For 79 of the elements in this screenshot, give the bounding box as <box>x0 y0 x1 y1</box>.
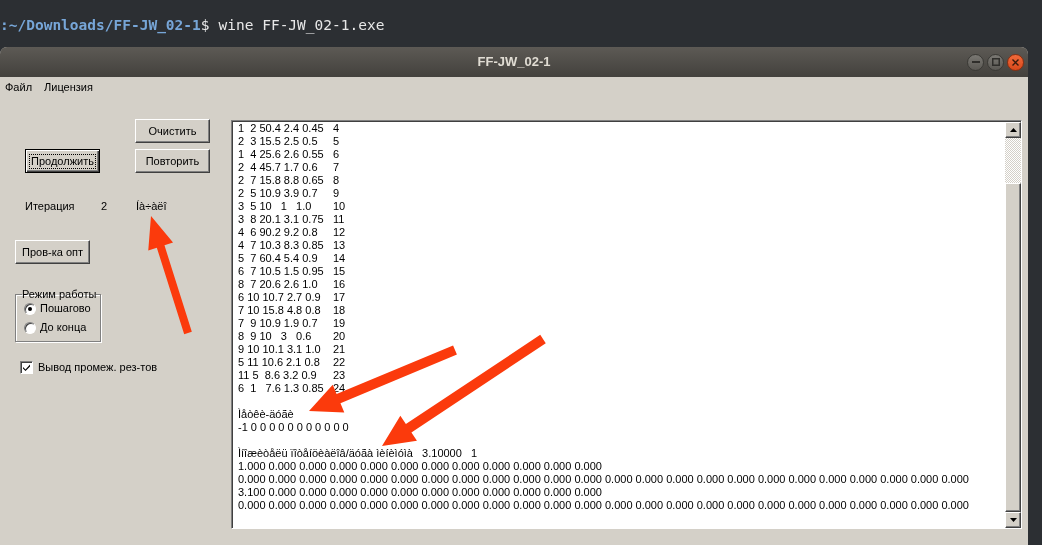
edge-index: 14 <box>333 252 346 265</box>
edge-data: 2 7 15.8 8.8 0.65 <box>238 174 325 187</box>
multiplier-line: Ìíîæèòåëü ïîòåíöèàëîâ/äóãà ìèíèìóìà 3.10000 1 <box>238 447 478 460</box>
checkbox-label: Вывод промеж. рез-тов <box>38 361 158 374</box>
edge-index: 10 <box>333 200 346 213</box>
edge-index: 15 <box>333 265 346 278</box>
section-heading: Ìåòêè-äóãè <box>238 408 294 421</box>
window-title: FF-JW_02-1 <box>477 54 551 70</box>
edge-index: 8 <box>333 174 340 187</box>
caret-up-icon <box>1009 128 1017 132</box>
continue-button[interactable]: Продолжить <box>25 149 100 173</box>
edge-index: 5 <box>333 135 340 148</box>
edge-index: 18 <box>333 304 346 317</box>
scroll-down-button[interactable] <box>1005 512 1021 528</box>
edge-data: 2 5 10.9 3.9 0.7 <box>238 187 319 200</box>
edge-index: 9 <box>333 187 340 200</box>
matrix-row: 3.100 0.000 0.000 0.000 0.000 0.000 0.000 0.000 0.000 0.000 0.000 0.000 <box>238 486 602 499</box>
edge-index: 11 <box>333 213 345 226</box>
edge-index: 23 <box>333 369 346 382</box>
terminal-command: wine FF-JW_02-1.exe <box>218 16 385 35</box>
clear-button[interactable]: Очистить <box>135 119 210 143</box>
label-values: -1 0 0 0 0 0 0 0 0 0 0 0 <box>238 421 349 434</box>
iteration-value: 2 <box>101 200 109 213</box>
iteration-label: Итерация <box>25 200 76 213</box>
edge-index: 12 <box>333 226 346 239</box>
edge-data: 9 10 10.1 3.1 1.0 <box>238 343 322 356</box>
edge-data: 2 4 45.7 1.7 0.6 <box>238 161 319 174</box>
iteration-status: Íà÷àëî <box>136 200 167 213</box>
scrollbar-thumb[interactable] <box>1005 183 1021 512</box>
check-optimum-button[interactable]: Пров-ка опт <box>15 240 90 264</box>
edge-index: 13 <box>333 239 346 252</box>
edge-data: 8 9 10 3 0.6 <box>238 330 313 343</box>
edge-index: 22 <box>333 356 346 369</box>
terminal-path: :~/Downloads/FF-JW_02-1 <box>0 16 201 35</box>
edge-data: 3 5 10 1 1.0 <box>238 200 313 213</box>
edge-data: 5 11 10.6 2.1 0.8 <box>238 356 321 369</box>
edge-data: 4 7 10.3 8.3 0.85 <box>238 239 325 252</box>
check-icon <box>23 364 30 371</box>
edge-index: 21 <box>333 343 346 356</box>
matrix-row: 1.000 0.000 0.000 0.000 0.000 0.000 0.000 0.000 0.000 0.000 0.000 0.000 <box>238 460 602 473</box>
edge-index: 16 <box>333 278 346 291</box>
edge-data: 2 3 15.5 2.5 0.5 <box>238 135 319 148</box>
checkbox[interactable] <box>20 361 33 374</box>
edge-data: 8 7 20.6 2.6 1.0 <box>238 278 319 291</box>
close-button[interactable] <box>1007 53 1024 71</box>
edge-index: 4 <box>333 122 340 135</box>
edge-index: 7 <box>333 161 340 174</box>
edge-data: 1 2 50.4 2.4 0.45 <box>238 122 325 135</box>
radio-label: Пошагово <box>40 302 91 315</box>
edge-data: 4 6 90.2 9.2 0.8 <box>238 226 319 239</box>
caret-down-icon <box>1009 518 1017 522</box>
edge-data: 6 10 10.7 2.7 0.9 <box>238 291 322 304</box>
maximize-icon <box>991 58 1000 66</box>
terminal-prompt: $ <box>200 16 210 35</box>
maximize-button[interactable] <box>987 53 1004 71</box>
edge-data: 7 10 15.8 4.8 0.8 <box>238 304 322 317</box>
edge-data: 11 5 8.6 3.2 0.9 <box>238 369 318 382</box>
radio-label: До конца <box>40 321 87 334</box>
edge-data: 3 8 20.1 3.1 0.75 <box>238 213 325 226</box>
edge-data: 6 1 7.6 1.3 0.85 <box>238 382 325 395</box>
edge-data: 1 4 25.6 2.6 0.55 <box>238 148 325 161</box>
scroll-up-button[interactable] <box>1005 122 1021 138</box>
matrix-row: 0.000 0.000 0.000 0.000 0.000 0.000 0.000 0.000 0.000 0.000 0.000 0.000 0.000 0.000 0.000 0.000 0.000 0.000 0.000 0.000 0.000 0.000 0.000 0.000 <box>238 499 969 512</box>
close-icon <box>1012 58 1019 66</box>
output-text-area[interactable] <box>231 120 1022 529</box>
minimize-button[interactable] <box>967 53 984 71</box>
menu-item[interactable]: Файл <box>4 81 34 94</box>
group-title: Режим работы <box>22 288 97 301</box>
edge-data: 5 7 60.4 5.4 0.9 <box>238 252 319 265</box>
edge-index: 20 <box>333 330 346 343</box>
edge-data: 7 9 10.9 1.9 0.7 <box>238 317 319 330</box>
edge-index: 6 <box>333 148 340 161</box>
edge-index: 19 <box>333 317 346 330</box>
edge-index: 17 <box>333 291 346 304</box>
minimize-icon <box>971 61 980 63</box>
repeat-button[interactable]: Повторить <box>135 149 210 173</box>
edge-data: 6 7 10.5 1.5 0.95 <box>238 265 325 278</box>
menu-item[interactable]: Лицензия <box>43 81 94 94</box>
matrix-row: 0.000 0.000 0.000 0.000 0.000 0.000 0.000 0.000 0.000 0.000 0.000 0.000 0.000 0.000 0.000 0.000 0.000 0.000 0.000 0.000 0.000 0.000 0.000 0.000 <box>238 473 969 486</box>
